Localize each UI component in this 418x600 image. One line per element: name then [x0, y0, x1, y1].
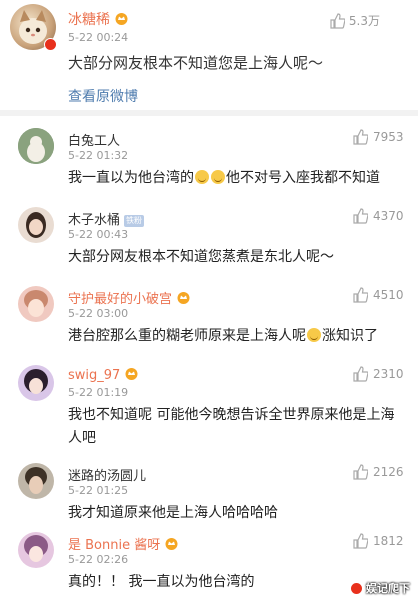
- grin-emoji-icon: [195, 170, 209, 184]
- thumbs-up-icon: [353, 366, 368, 382]
- comment-like-button[interactable]: 2126: [352, 464, 404, 480]
- comment-time: 5-22 01:25: [68, 484, 129, 497]
- fan-badge: 铁粉: [124, 215, 145, 227]
- comment-like-count: 1812: [373, 534, 404, 548]
- post-content: 大部分网友根本不知道您是上海人呢～: [68, 54, 324, 72]
- watermark: 娱记爬下: [350, 580, 410, 596]
- view-original-link[interactable]: 查看原微博: [68, 86, 138, 106]
- grin-emoji-icon: [307, 328, 321, 342]
- grin-emoji-icon: [211, 170, 225, 184]
- thumbs-up-icon: [330, 12, 345, 29]
- comment-time: 5-22 01:19: [68, 386, 129, 399]
- post-like-count: 5.3万: [348, 14, 380, 28]
- watermark-logo-icon: [350, 581, 363, 595]
- commenter-avatar[interactable]: [18, 128, 54, 164]
- comment-item: 白兔工人 5-22 01:32 7953 我一直以为他台湾的 他不对号入座我都不知…: [0, 116, 418, 195]
- comment-text: 真的！！ 我一直以为他台湾的: [68, 574, 255, 590]
- vip-crown-icon: [115, 13, 128, 25]
- commenter-name[interactable]: swig_97: [68, 367, 139, 383]
- commenter-avatar[interactable]: [18, 365, 54, 401]
- comment-like-button[interactable]: 4510: [352, 287, 404, 303]
- comment-like-count: 2126: [373, 465, 404, 479]
- original-post-card: 冰糖稀 5-22 00:24 5.3万 大部分网友根本不知道您是上海人呢～ 查看…: [0, 0, 418, 110]
- comment-like-count: 2310: [373, 367, 404, 381]
- comment-time: 5-22 01:32: [68, 149, 129, 162]
- commenter-name[interactable]: 是 Bonnie 酱呀: [68, 534, 179, 553]
- thumbs-up-icon: [353, 287, 368, 303]
- commenter-name[interactable]: 白兔工人: [68, 130, 120, 149]
- thumbs-up-icon: [353, 464, 368, 480]
- comment-text: 大部分网友根本不知道您蒸煮是东北人呢～: [68, 249, 334, 265]
- commenter-avatar[interactable]: [18, 463, 54, 499]
- post-like-button[interactable]: 5.3万: [329, 12, 380, 29]
- post-author-name[interactable]: 冰糖稀: [68, 9, 129, 29]
- commenter-name[interactable]: 木子水桶 铁粉: [68, 209, 145, 228]
- thumbs-up-icon: [353, 129, 368, 145]
- comment-time: 5-22 00:43: [68, 228, 129, 241]
- comment-time: 5-22 03:00: [68, 307, 129, 320]
- comment-like-count: 7953: [373, 130, 404, 144]
- comment-text: 港台腔那么重的糊老师原来是上海人呢 涨知识了: [68, 328, 378, 344]
- comment-time: 5-22 02:26: [68, 553, 129, 566]
- verified-badge-icon: [44, 38, 57, 51]
- thumbs-up-icon: [353, 208, 368, 224]
- comment-item: swig_97 5-22 01:19 2310 我也不知道呢 可能他今晚想告诉全…: [0, 353, 418, 451]
- vip-crown-icon: [177, 292, 190, 304]
- comment-item: 守护最好的小破宫 5-22 03:00 4510 港台腔那么重的糊老师原来是上海…: [0, 274, 418, 353]
- comment-like-count: 4370: [373, 209, 404, 223]
- comment-item: 迷路的汤圆儿 5-22 01:25 2126 我才知道原来他是上海人哈哈哈哈: [0, 451, 418, 530]
- comment-text: 我一直以为他台湾的 他不对号入座我都不知道: [68, 170, 380, 186]
- comment-like-button[interactable]: 2310: [352, 366, 404, 382]
- comment-like-button[interactable]: 4370: [352, 208, 404, 224]
- commenter-avatar[interactable]: [18, 286, 54, 322]
- commenter-name[interactable]: 守护最好的小破宫: [68, 288, 191, 307]
- comment-text: 我也不知道呢 可能他今晚想告诉全世界原来他是上海人吧: [68, 407, 395, 446]
- comment-like-count: 4510: [373, 288, 404, 302]
- vip-crown-icon: [165, 538, 178, 550]
- comment-like-button[interactable]: 7953: [352, 129, 404, 145]
- vip-crown-icon: [125, 368, 138, 380]
- commenter-avatar[interactable]: [18, 207, 54, 243]
- post-time: 5-22 00:24: [68, 31, 129, 44]
- comment-like-button[interactable]: 1812: [352, 533, 404, 549]
- commenter-name[interactable]: 迷路的汤圆儿: [68, 465, 146, 484]
- comment-item: 木子水桶 铁粉 5-22 00:43 4370 大部分网友根本不知道您蒸煮是东北人…: [0, 195, 418, 274]
- comment-list: 白兔工人 5-22 01:32 7953 我一直以为他台湾的 他不对号入座我都不知…: [0, 116, 418, 600]
- commenter-avatar[interactable]: [18, 532, 54, 568]
- thumbs-up-icon: [353, 533, 368, 549]
